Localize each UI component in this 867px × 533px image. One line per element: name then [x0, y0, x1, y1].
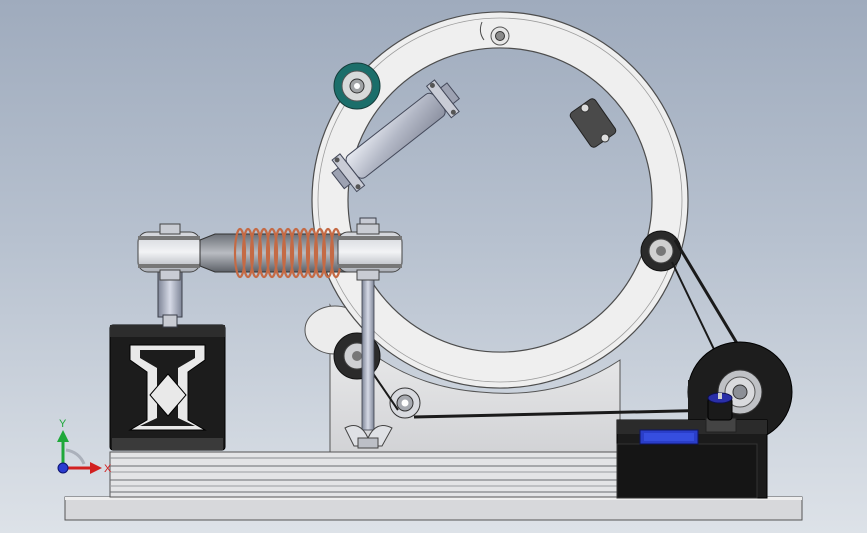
triad-x-label: X	[104, 463, 112, 475]
extrusion-rail[interactable]	[109, 451, 621, 498]
ring-right-pulley[interactable]	[640, 230, 682, 272]
coordinate-triad: Y X	[57, 418, 112, 475]
right-spool-pulley[interactable]	[337, 223, 403, 281]
tensioner-wheel[interactable]	[389, 387, 421, 419]
left-spool-pulley[interactable]	[137, 223, 201, 281]
teal-idler-wheel[interactable]	[333, 62, 381, 110]
ring-clamp-block[interactable]	[569, 97, 618, 149]
cad-viewport[interactable]: Y X	[0, 0, 867, 533]
base-plate[interactable]	[64, 496, 803, 521]
speed-knob[interactable]	[705, 392, 737, 433]
ring-top-bolt[interactable]	[490, 26, 510, 46]
left-motor-housing[interactable]	[109, 324, 226, 451]
triad-y-label: Y	[59, 418, 67, 430]
lcd-display	[639, 429, 699, 445]
